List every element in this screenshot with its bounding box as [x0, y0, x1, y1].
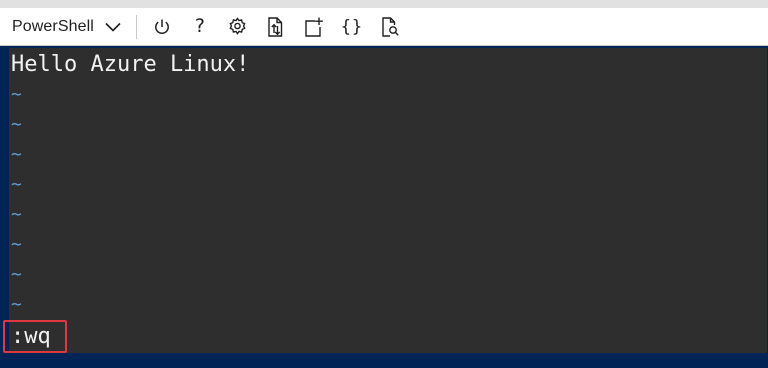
top-strip [0, 0, 768, 8]
help-button[interactable]: ? [181, 11, 219, 43]
upload-download-button[interactable] [257, 11, 295, 43]
terminal-area[interactable]: Hello Azure Linux! ~ ~ ~ ~ ~ ~ ~ ~ :wq [9, 48, 767, 353]
empty-line-tilde: ~ [11, 234, 22, 255]
shell-type-label: PowerShell [12, 17, 94, 35]
restart-button[interactable] [143, 11, 181, 43]
file-content-line: Hello Azure Linux! [11, 52, 250, 77]
vim-command-line: :wq [11, 324, 51, 349]
power-icon [152, 17, 172, 37]
chevron-down-icon [104, 18, 122, 36]
cloud-shell-window: PowerShell ? {} Hello Azure Linux! ~ ~ ~… [0, 0, 768, 368]
editor-braces-icon: {} [340, 16, 364, 37]
new-session-icon [303, 16, 325, 38]
empty-line-tilde: ~ [11, 264, 22, 285]
settings-button[interactable] [219, 11, 257, 43]
web-preview-icon [380, 16, 400, 38]
empty-line-tilde: ~ [11, 294, 22, 315]
upload-download-files-icon [266, 16, 286, 38]
toolbar-divider [135, 14, 137, 39]
empty-line-tilde: ~ [11, 114, 22, 135]
web-preview-button[interactable] [371, 11, 409, 43]
new-session-button[interactable] [295, 11, 333, 43]
empty-line-tilde: ~ [11, 174, 22, 195]
settings-icon [227, 16, 248, 37]
help-icon: ? [194, 15, 205, 37]
empty-line-tilde: ~ [11, 84, 22, 105]
empty-line-tilde: ~ [11, 144, 22, 165]
empty-line-tilde: ~ [11, 204, 22, 225]
open-editor-button[interactable]: {} [333, 11, 371, 43]
shell-type-selector[interactable]: PowerShell [0, 12, 126, 42]
cloud-shell-toolbar: PowerShell ? {} [0, 8, 768, 46]
